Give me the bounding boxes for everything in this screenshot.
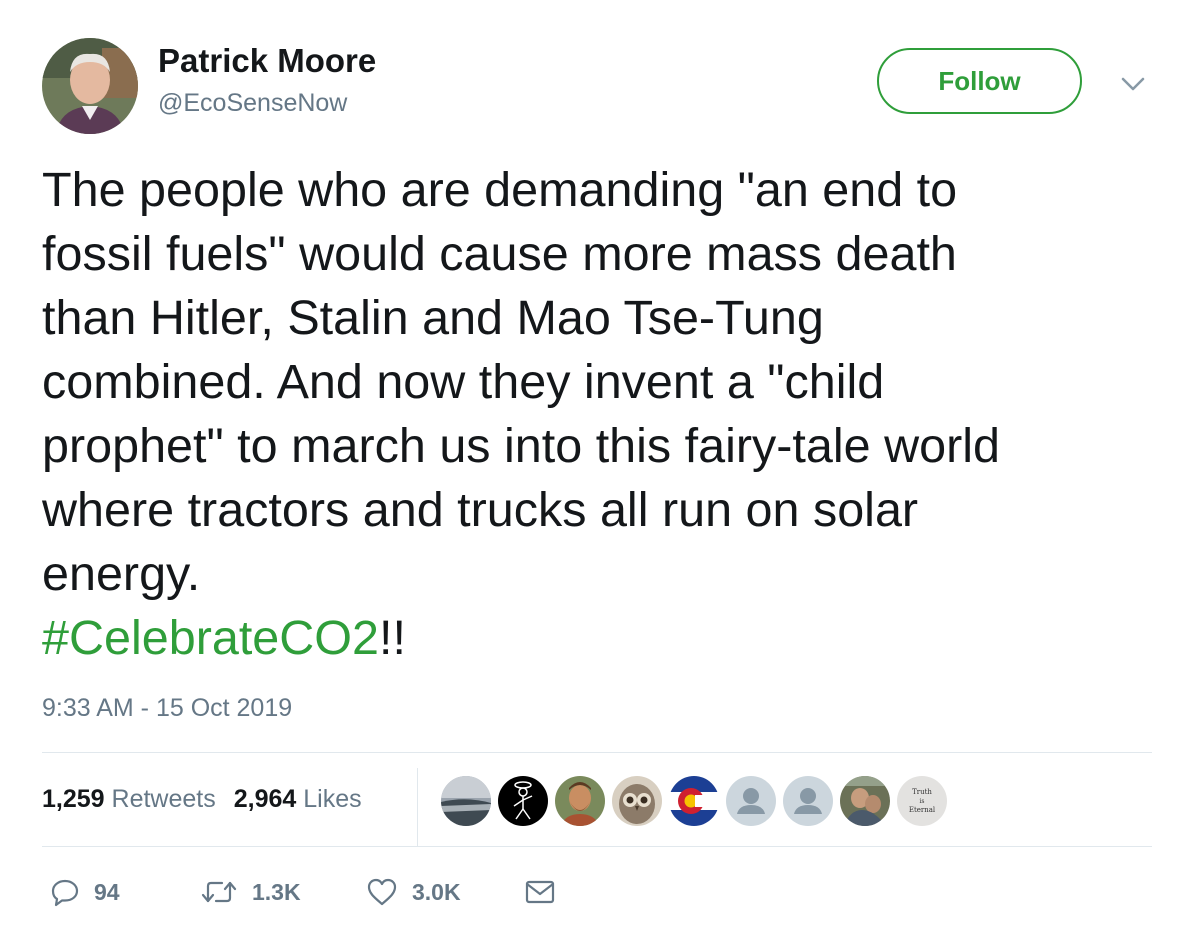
retweet-button[interactable]: 1.3K (200, 874, 301, 910)
tweet-line: than Hitler, Stalin and Mao Tse-Tung (42, 291, 824, 345)
tweet-line: energy. (42, 547, 201, 601)
tweet-line: where tractors and trucks all run on sol… (42, 483, 919, 537)
direct-message-button[interactable] (524, 874, 556, 910)
heart-icon (366, 877, 398, 907)
hashtag-suffix: !! (379, 611, 406, 665)
retweet-icon (200, 877, 238, 907)
hashtag-line: #CelebrateCO2!! (42, 606, 1162, 670)
stats-bar: 1,259 Retweets 2,964 Likes (42, 785, 380, 814)
user-handle[interactable]: @EcoSenseNow (158, 89, 347, 118)
reply-button[interactable]: 94 (50, 874, 120, 910)
liker-text-line: is (920, 798, 925, 805)
likes-stat[interactable]: 2,964 Likes (234, 785, 362, 813)
tweet-line: combined. And now they invent a "child (42, 355, 885, 409)
tweet-text: The people who are demanding "an end to … (42, 158, 1162, 670)
likes-count: 2,964 (233, 785, 297, 813)
divider (42, 846, 1152, 847)
timestamp[interactable]: 9:33 AM - 15 Oct 2019 (42, 694, 292, 723)
liker-avatar-default[interactable] (726, 776, 776, 826)
reply-count: 94 (94, 878, 120, 905)
tweet-line: The people who are demanding "an end to (42, 163, 958, 217)
liker-avatar-landscape[interactable] (441, 776, 491, 826)
retweets-label: Retweets (111, 785, 216, 813)
envelope-icon (524, 878, 556, 906)
liker-avatar-owl[interactable] (612, 776, 662, 826)
liker-avatar-default[interactable] (783, 776, 833, 826)
retweets-count: 1,259 (42, 785, 105, 813)
hashtag-link[interactable]: #CelebrateCO2 (42, 611, 379, 665)
stats-divider (417, 768, 418, 846)
display-name[interactable]: Patrick Moore (158, 42, 376, 80)
liker-avatar-colorado-flag[interactable] (669, 776, 719, 826)
avatar[interactable] (42, 38, 138, 134)
retweets-stat[interactable]: 1,259 Retweets (42, 785, 216, 813)
reply-icon (50, 877, 80, 907)
like-count: 3.0K (412, 878, 461, 905)
tweet-line: prophet" to march us into this fairy-tal… (42, 419, 1000, 473)
tweet-line: fossil fuels" would cause more mass deat… (42, 227, 957, 281)
liker-avatar-bearded-man[interactable] (555, 776, 605, 826)
divider (42, 752, 1152, 753)
retweet-count: 1.3K (252, 878, 301, 905)
liker-text-line: Eternal (909, 806, 936, 814)
liker-avatar-text[interactable]: Truth is Eternal (897, 776, 947, 826)
liker-avatar-stick-figure[interactable] (498, 776, 548, 826)
liker-text-line: Truth (912, 788, 932, 796)
likes-label: Likes (303, 785, 362, 813)
liker-avatar-photo[interactable] (840, 776, 890, 826)
like-button[interactable]: 3.0K (366, 874, 461, 910)
follow-button[interactable]: Follow (877, 48, 1082, 114)
chevron-down-icon[interactable] (1120, 74, 1146, 94)
